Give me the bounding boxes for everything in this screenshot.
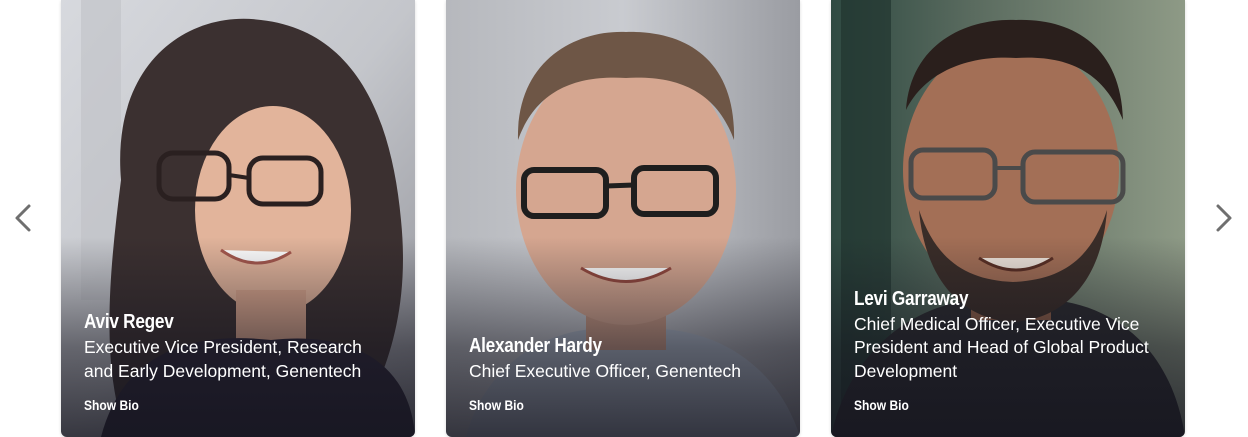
leader-card[interactable]: Alexander Hardy Chief Executive Officer,… — [446, 0, 800, 437]
leader-title: Chief Executive Officer, Genentech — [469, 360, 742, 381]
chevron-left-icon — [15, 204, 31, 232]
leader-title: Chief Medical Officer, Executive Vice Pr… — [854, 313, 1149, 381]
leader-name: Aviv Regev — [84, 311, 174, 333]
carousel-next-button[interactable] — [1206, 196, 1242, 240]
carousel-prev-button[interactable] — [5, 196, 41, 240]
show-bio-link[interactable]: Show Bio — [854, 397, 909, 413]
card-info: Aviv Regev Executive Vice President, Res… — [84, 310, 397, 415]
leader-title: Executive Vice President, Research and E… — [84, 337, 362, 381]
chevron-right-icon — [1216, 204, 1232, 232]
card-info: Alexander Hardy Chief Executive Officer,… — [469, 334, 782, 416]
leader-card[interactable]: Aviv Regev Executive Vice President, Res… — [61, 0, 415, 437]
show-bio-link[interactable]: Show Bio — [84, 397, 139, 413]
card-info: Levi Garraway Chief Medical Officer, Exe… — [854, 287, 1167, 416]
show-bio-link[interactable]: Show Bio — [469, 397, 524, 413]
leader-name: Alexander Hardy — [469, 334, 602, 357]
leader-name: Levi Garraway — [854, 287, 969, 310]
leadership-carousel: Aviv Regev Executive Vice President, Res… — [0, 0, 1248, 437]
leader-card[interactable]: Levi Garraway Chief Medical Officer, Exe… — [831, 0, 1185, 437]
